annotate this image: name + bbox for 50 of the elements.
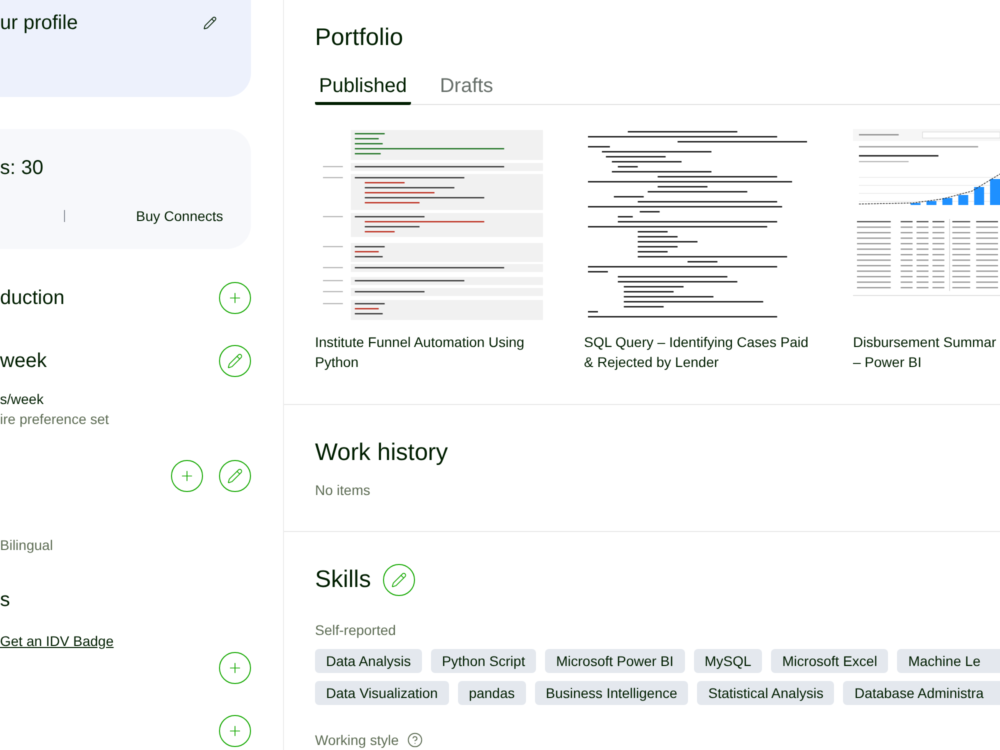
empty-state-text: No items bbox=[315, 481, 372, 500]
pencil-icon bbox=[203, 16, 217, 30]
badge-link[interactable]: Get an IDV Badge bbox=[0, 631, 114, 651]
plus-icon bbox=[227, 290, 243, 306]
section-title: Work history bbox=[315, 439, 449, 467]
detail-note: Bilingual bbox=[0, 536, 53, 555]
skill-tag: Machine Le bbox=[897, 649, 1000, 673]
skill-tag: Business Intelligence bbox=[534, 681, 688, 705]
help-icon bbox=[406, 732, 423, 748]
skill-tag: Database Administra bbox=[843, 681, 1000, 705]
portfolio-tab[interactable]: Published bbox=[315, 74, 411, 105]
plus-icon bbox=[179, 468, 195, 484]
skill-tag: Statistical Analysis bbox=[697, 681, 834, 705]
add-button[interactable] bbox=[219, 715, 251, 747]
pencil-icon bbox=[227, 468, 243, 484]
plus-icon bbox=[227, 660, 243, 676]
edit-button[interactable] bbox=[219, 345, 251, 377]
skill-tag: Microsoft Excel bbox=[771, 649, 888, 673]
help-button[interactable] bbox=[406, 732, 423, 748]
skill-tag: Python Script bbox=[430, 649, 536, 673]
section-heading: week bbox=[0, 349, 47, 373]
pencil-icon bbox=[391, 572, 408, 588]
edit-profile-button[interactable] bbox=[203, 16, 217, 30]
add-button[interactable] bbox=[219, 652, 251, 684]
add-button[interactable] bbox=[171, 460, 203, 492]
edit-button[interactable] bbox=[219, 460, 251, 492]
detail-text: s/week bbox=[0, 390, 44, 409]
skills-group-label: Self-reported bbox=[315, 621, 397, 640]
add-button[interactable] bbox=[219, 282, 251, 314]
skill-tag: Data Analysis bbox=[315, 649, 422, 673]
working-style-label: Working style bbox=[315, 731, 399, 750]
section-title: Portfolio bbox=[315, 24, 404, 52]
section-heading: s bbox=[0, 588, 10, 612]
portfolio-item-title[interactable]: Disbursement Summar – Power BI bbox=[853, 332, 1000, 372]
skill-tag: pandas bbox=[458, 681, 526, 705]
portfolio-item-title[interactable]: SQL Query – Identifying Cases Paid & Rejected by Lender bbox=[584, 332, 812, 372]
portfolio-item-title[interactable]: Institute Funnel Automation Using Python bbox=[315, 332, 543, 372]
buy-connects-link[interactable]: Buy Connects bbox=[136, 206, 224, 226]
section-title: Skills bbox=[315, 566, 372, 594]
detail-note: ire preference set bbox=[0, 410, 109, 429]
skill-tag: Microsoft Power BI bbox=[545, 649, 685, 673]
plus-icon bbox=[227, 723, 243, 739]
skill-tag: MySQL bbox=[694, 649, 762, 673]
connects-balance: s: 30 bbox=[0, 156, 44, 180]
section-heading: duction bbox=[0, 286, 64, 310]
profile-card-title: ur profile bbox=[0, 11, 78, 35]
edit-button[interactable] bbox=[383, 564, 416, 596]
skill-tag: Data Visualization bbox=[315, 681, 449, 705]
pencil-icon bbox=[227, 353, 243, 369]
portfolio-tab[interactable]: Drafts bbox=[436, 74, 498, 105]
